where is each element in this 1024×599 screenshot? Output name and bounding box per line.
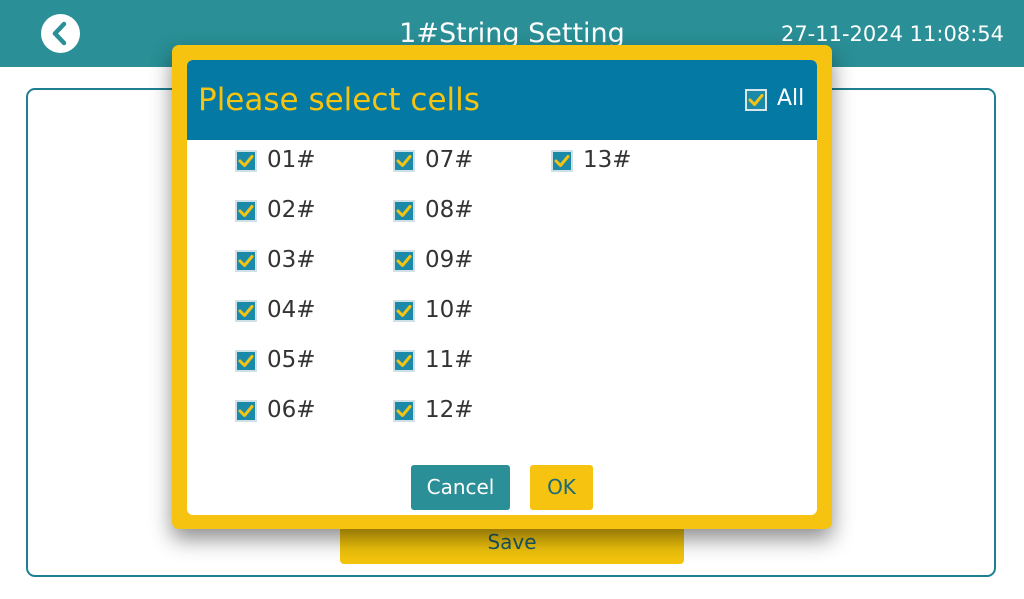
datetime-display: 27-11-2024 11:08:54 <box>780 22 1004 46</box>
cell-checkbox[interactable]: 08# <box>393 197 513 224</box>
checkbox-checked-icon <box>235 250 257 272</box>
cell-label: 05# <box>267 347 316 373</box>
cell-label: 06# <box>267 397 316 423</box>
checkbox-checked-icon <box>393 250 415 272</box>
select-cells-dialog: Please select cells All 01# 02# 03# 04# 05# 0… <box>172 45 832 529</box>
cell-label: 02# <box>267 197 316 223</box>
checkbox-checked-icon <box>393 400 415 422</box>
dialog-header: Please select cells All <box>187 60 817 140</box>
checkbox-checked-icon <box>235 300 257 322</box>
cell-label: 11# <box>425 347 474 373</box>
checkbox-checked-icon <box>235 400 257 422</box>
cell-label: 13# <box>583 147 632 173</box>
cell-checkbox[interactable]: 13# <box>551 147 671 174</box>
back-button[interactable] <box>41 14 80 53</box>
checkbox-checked-icon <box>745 89 767 111</box>
cell-checkbox[interactable]: 12# <box>393 397 513 424</box>
cell-label: 09# <box>425 247 474 273</box>
cell-checkbox[interactable]: 11# <box>393 347 513 374</box>
checkbox-checked-icon <box>235 350 257 372</box>
cell-label: 12# <box>425 397 474 423</box>
dialog-body: Please select cells All 01# 02# 03# 04# 05# 0… <box>187 60 817 515</box>
cell-checkbox[interactable]: 02# <box>235 197 355 224</box>
cell-label: 01# <box>267 147 316 173</box>
cell-checkbox[interactable]: 03# <box>235 247 355 274</box>
cell-checkbox[interactable]: 10# <box>393 297 513 324</box>
cell-label: 08# <box>425 197 474 223</box>
checkbox-checked-icon <box>393 350 415 372</box>
cell-label: 03# <box>267 247 316 273</box>
cell-label: 10# <box>425 297 474 323</box>
checkbox-checked-icon <box>393 300 415 322</box>
cell-checkbox[interactable]: 09# <box>393 247 513 274</box>
cell-checkbox[interactable]: 01# <box>235 147 355 174</box>
ok-button[interactable]: OK <box>530 465 593 510</box>
checkbox-checked-icon <box>551 150 573 172</box>
cancel-button[interactable]: Cancel <box>411 465 510 510</box>
cell-checkbox[interactable]: 05# <box>235 347 355 374</box>
dialog-title: Please select cells <box>198 82 480 118</box>
cell-checkbox[interactable]: 06# <box>235 397 355 424</box>
checkbox-checked-icon <box>393 200 415 222</box>
select-all-label: All <box>777 86 805 111</box>
cell-label: 07# <box>425 147 474 173</box>
checkbox-checked-icon <box>235 200 257 222</box>
cell-checkbox[interactable]: 07# <box>393 147 513 174</box>
cell-checkbox[interactable]: 04# <box>235 297 355 324</box>
chevron-left-icon <box>52 21 67 46</box>
checkbox-checked-icon <box>393 150 415 172</box>
cell-label: 04# <box>267 297 316 323</box>
checkbox-checked-icon <box>235 150 257 172</box>
